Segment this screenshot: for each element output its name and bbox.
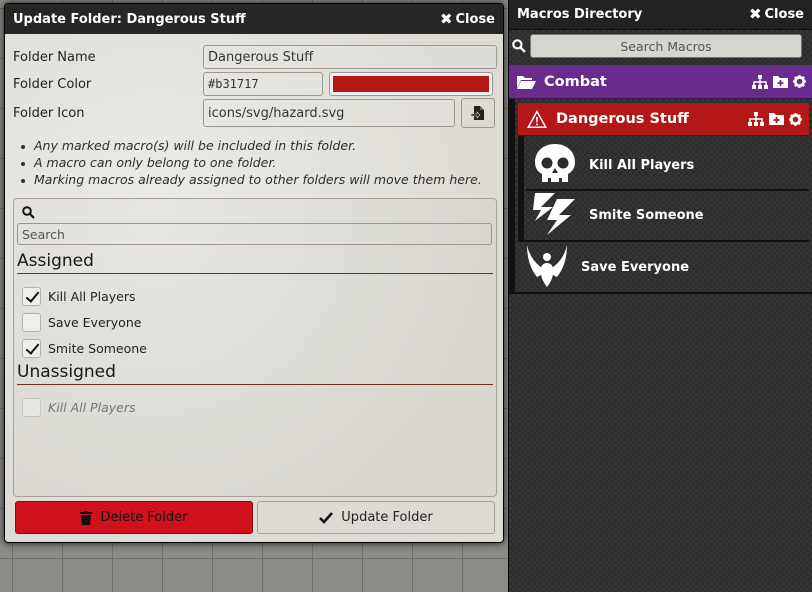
file-import-icon xyxy=(471,106,484,120)
macro-label: Kill All Players xyxy=(48,400,136,415)
macro-label: Save Everyone xyxy=(48,315,142,330)
skull-icon xyxy=(535,144,575,182)
assigned-heading: Assigned xyxy=(17,251,493,274)
sitemap-icon[interactable] xyxy=(752,74,768,89)
combat-indent-bar xyxy=(509,99,515,293)
folder-name-input[interactable]: Dangerous Stuff xyxy=(203,45,497,69)
unassigned-heading: Unassigned xyxy=(17,362,493,385)
gear-icon[interactable] xyxy=(789,112,802,126)
note-item: Marking macros already assigned to other… xyxy=(17,172,482,189)
folder-controls xyxy=(752,74,806,89)
dialog-header[interactable]: Update Folder: Dangerous Stuff ✖ Close xyxy=(5,4,503,34)
macro-checkbox[interactable] xyxy=(22,398,41,417)
trash-icon xyxy=(80,510,93,525)
folder-plus-icon[interactable] xyxy=(773,75,788,88)
folder-dangerous-stuff[interactable]: Dangerous Stuff xyxy=(518,103,809,136)
update-folder-button[interactable]: Update Folder xyxy=(257,501,495,534)
note-item: Any marked macro(s) will be included in … xyxy=(17,138,482,155)
lightning-icon xyxy=(533,193,575,235)
macro-label: Smite Someone xyxy=(48,341,147,356)
folder-open-icon xyxy=(517,75,536,89)
assigned-macro-row[interactable]: Save Everyone xyxy=(22,313,141,332)
sidebar-close-button[interactable]: ✖ Close xyxy=(748,5,804,23)
note-item: A macro can only belong to one folder. xyxy=(17,155,482,172)
folder-color-picker[interactable] xyxy=(329,72,493,96)
folder-icon-label: Folder Icon xyxy=(13,105,85,121)
folder-color-label: Folder Color xyxy=(13,76,92,92)
folder-icon-input[interactable]: icons/svg/hazard.svg xyxy=(203,99,455,127)
hazard-icon xyxy=(527,110,547,128)
assigned-macro-row[interactable]: Kill All Players xyxy=(22,287,135,306)
dialog-close-button[interactable]: ✖ Close xyxy=(439,9,495,28)
close-icon: ✖ xyxy=(439,9,453,28)
dialog-title: Update Folder: Dangerous Stuff xyxy=(13,11,246,27)
macro-checkbox[interactable] xyxy=(22,313,41,332)
sidebar-search-row: Search Macros xyxy=(509,32,812,60)
macro-kill-all-players[interactable]: Kill All Players xyxy=(526,140,812,190)
update-folder-dialog: Update Folder: Dangerous Stuff ✖ Close F… xyxy=(4,3,504,543)
macro-selection-box: Search Assigned Kill All Players Save Ev… xyxy=(13,198,497,497)
folder-name: Dangerous Stuff xyxy=(556,111,689,127)
folder-notes: Any marked macro(s) will be included in … xyxy=(17,138,482,189)
search-icon xyxy=(22,206,35,219)
sidebar-close-label: Close xyxy=(764,7,804,22)
close-icon: ✖ xyxy=(748,5,762,23)
macro-name: Save Everyone xyxy=(581,259,690,275)
sidebar-search-input[interactable]: Search Macros xyxy=(530,34,802,58)
folder-name: Combat xyxy=(544,73,607,90)
folder-combat[interactable]: Combat xyxy=(509,65,812,99)
search-icon xyxy=(512,39,526,53)
folder-color-input[interactable]: #b31717 xyxy=(203,72,323,96)
file-picker-button[interactable] xyxy=(461,98,495,128)
delete-folder-button[interactable]: Delete Folder xyxy=(15,501,253,534)
folder-name-label: Folder Name xyxy=(13,49,96,65)
folder-name-row: Folder Name Dangerous Stuff xyxy=(13,45,497,69)
update-folder-label: Update Folder xyxy=(341,510,433,525)
check-icon xyxy=(319,511,334,524)
macro-smite-someone[interactable]: Smite Someone xyxy=(526,191,812,239)
folder-color-row: Folder Color #b31717 xyxy=(13,72,497,96)
dialog-close-label: Close xyxy=(455,11,495,27)
macro-name: Smite Someone xyxy=(589,207,704,223)
macro-label: Kill All Players xyxy=(48,289,136,304)
macro-search-input[interactable]: Search xyxy=(17,223,492,245)
folder-plus-icon[interactable] xyxy=(769,113,784,125)
macro-checkbox[interactable] xyxy=(22,287,41,306)
unassigned-macro-row[interactable]: Kill All Players xyxy=(22,398,135,417)
sidebar-title: Macros Directory xyxy=(517,7,643,22)
macro-checkbox[interactable] xyxy=(22,339,41,358)
macro-name: Kill All Players xyxy=(589,157,695,173)
danger-indent-bar xyxy=(518,136,524,240)
divider xyxy=(509,292,812,294)
macro-save-everyone[interactable]: Save Everyone xyxy=(518,242,812,292)
folder-icon-row: Folder Icon icons/svg/hazard.svg xyxy=(13,98,497,128)
folder-controls xyxy=(748,112,802,126)
sitemap-icon[interactable] xyxy=(748,112,764,126)
delete-folder-label: Delete Folder xyxy=(100,510,188,525)
gear-icon[interactable] xyxy=(793,75,806,88)
sidebar-header[interactable]: Macros Directory ✖ Close xyxy=(509,0,812,30)
macros-directory: Macros Directory ✖ Close Search Macros C… xyxy=(508,0,812,592)
angel-wings-icon xyxy=(527,245,567,287)
color-swatch-fill xyxy=(333,76,489,92)
assigned-macro-row[interactable]: Smite Someone xyxy=(22,339,147,358)
